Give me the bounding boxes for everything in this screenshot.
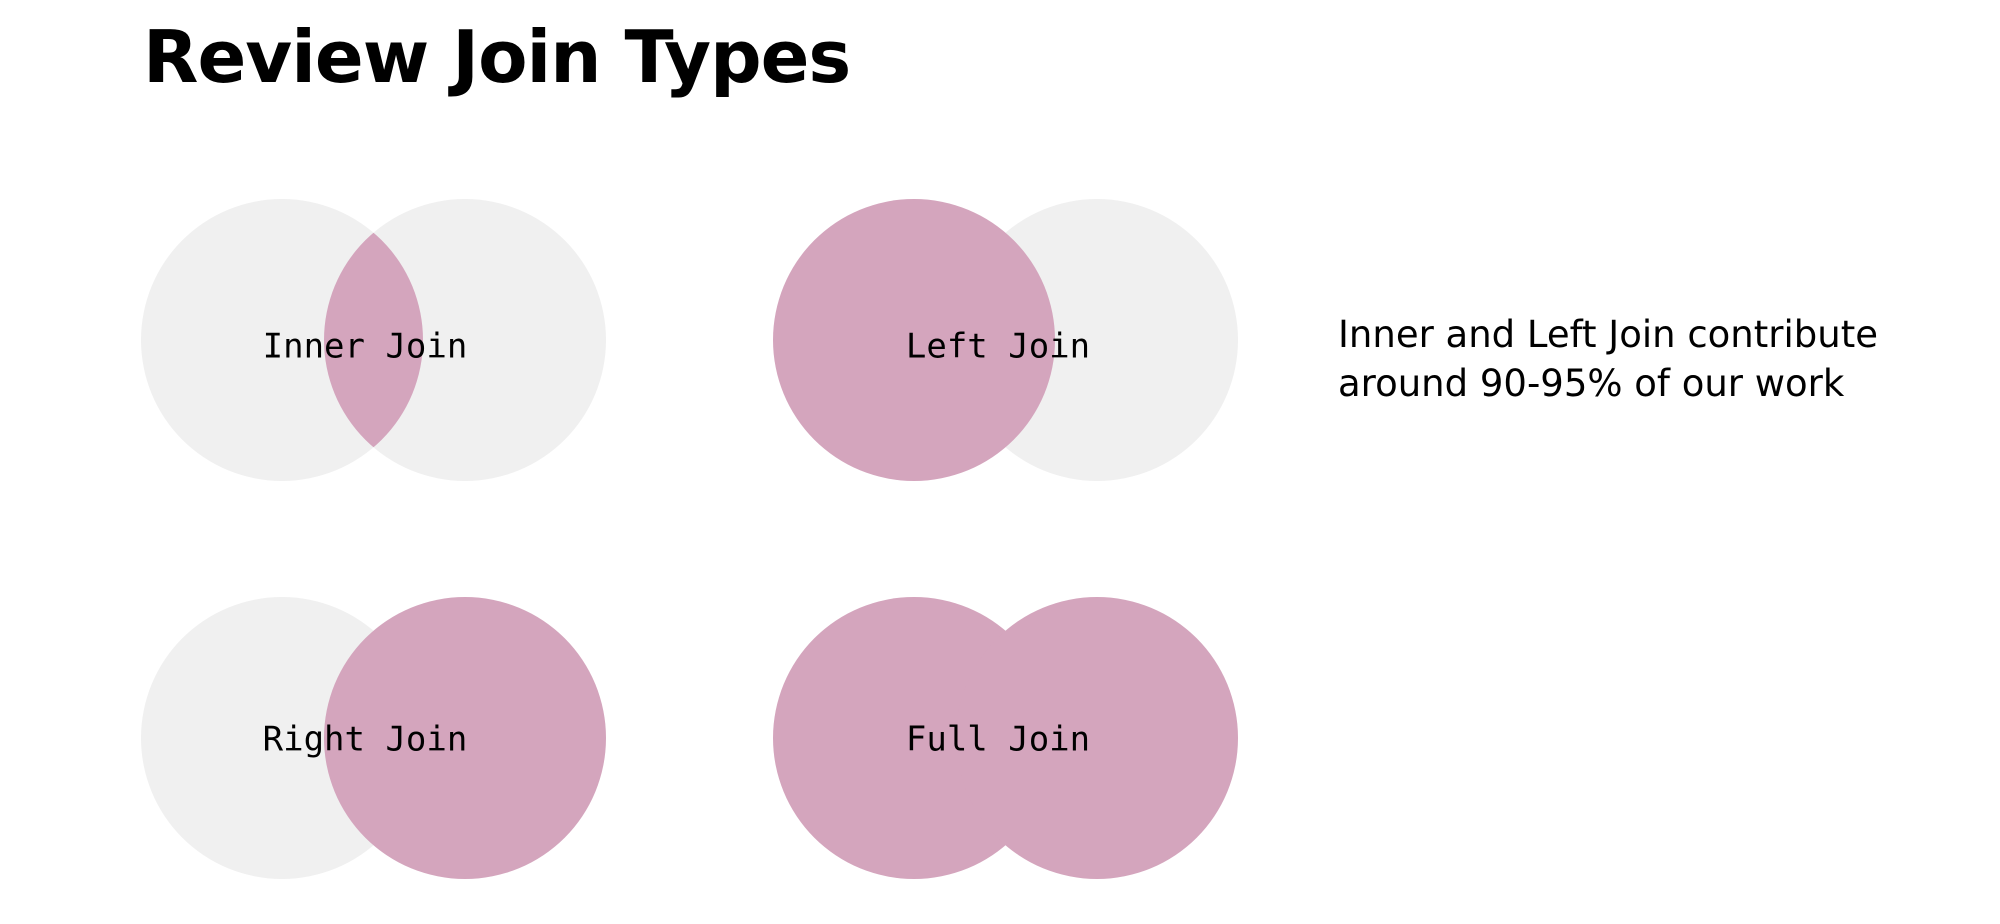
right-join-diagram: Right Join [141,597,606,879]
join-venn-diagrams: Inner Join Left Join Right Join Full Joi… [141,199,1238,879]
left-join-diagram: Left Join [773,199,1238,481]
usage-note: Inner and Left Join contribute around 90… [1338,313,1878,405]
inner-join-label: Inner Join [263,327,468,367]
full-join-diagram: Full Join [773,597,1238,879]
left-join-label: Left Join [906,327,1090,367]
right-join-label: Right Join [263,720,468,760]
full-join-label: Full Join [906,720,1090,760]
inner-join-diagram: Inner Join [141,199,606,481]
